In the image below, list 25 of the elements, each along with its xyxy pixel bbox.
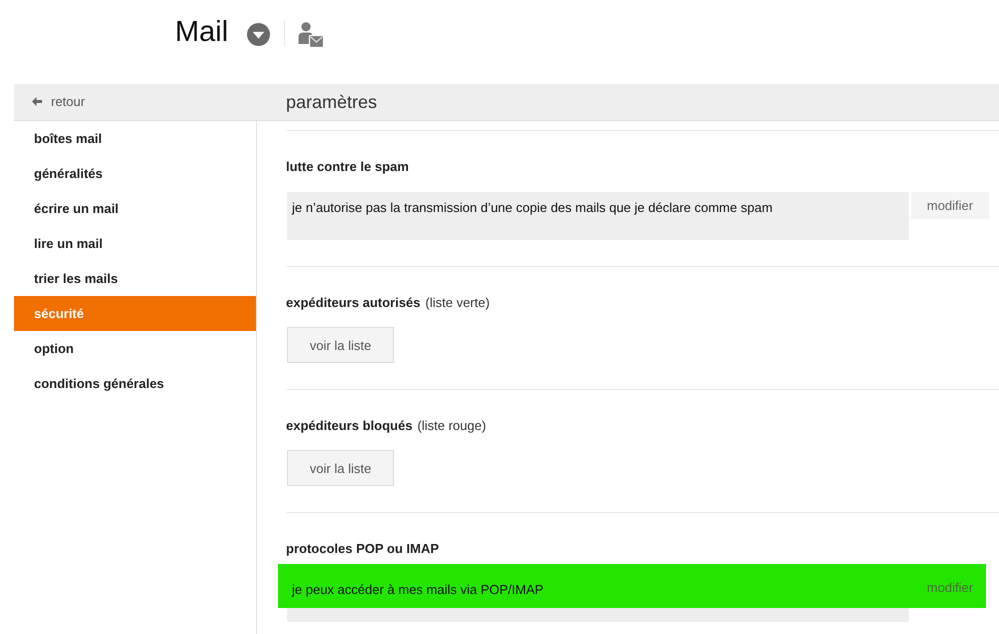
setting-text: je peux accéder à mes mails via POP/IMAP bbox=[292, 582, 544, 597]
view-list-button[interactable]: voir la liste bbox=[287, 450, 394, 486]
setting-text: je n’autorise pas la transmission d’une copie des mails que je déclare comme spam bbox=[292, 200, 773, 215]
modify-button[interactable]: modifier bbox=[911, 574, 989, 601]
section-title: protocoles POP ou IMAP bbox=[286, 541, 439, 556]
view-list-button[interactable]: voir la liste bbox=[287, 327, 394, 363]
page-title: paramètres bbox=[286, 91, 378, 113]
sidebar-item[interactable]: généralités bbox=[14, 156, 256, 191]
dropdown-icon[interactable] bbox=[247, 22, 270, 46]
sidebar-item[interactable]: lire un mail bbox=[14, 226, 256, 261]
sidebar-item[interactable]: trier les mails bbox=[14, 261, 256, 296]
sidebar-item[interactable]: option bbox=[14, 331, 256, 366]
section-title: lutte contre le spam bbox=[286, 159, 409, 174]
sidebar-item[interactable]: écrire un mail bbox=[14, 191, 256, 226]
back-button[interactable]: retour bbox=[32, 94, 85, 109]
section-note: (liste rouge) bbox=[417, 418, 486, 433]
section-title: expéditeurs bloqués bbox=[286, 418, 412, 433]
section-title: expéditeurs autorisés bbox=[286, 295, 420, 310]
arrow-left-icon bbox=[32, 97, 42, 106]
sidebar-item[interactable]: conditions générales bbox=[14, 366, 256, 401]
sidebar-item[interactable]: boîtes mail bbox=[14, 121, 256, 156]
user-mail-icon[interactable] bbox=[298, 22, 324, 48]
modify-button[interactable]: modifier bbox=[911, 192, 989, 219]
app-title: Mail bbox=[175, 16, 228, 48]
section-note: (liste verte) bbox=[425, 295, 490, 310]
